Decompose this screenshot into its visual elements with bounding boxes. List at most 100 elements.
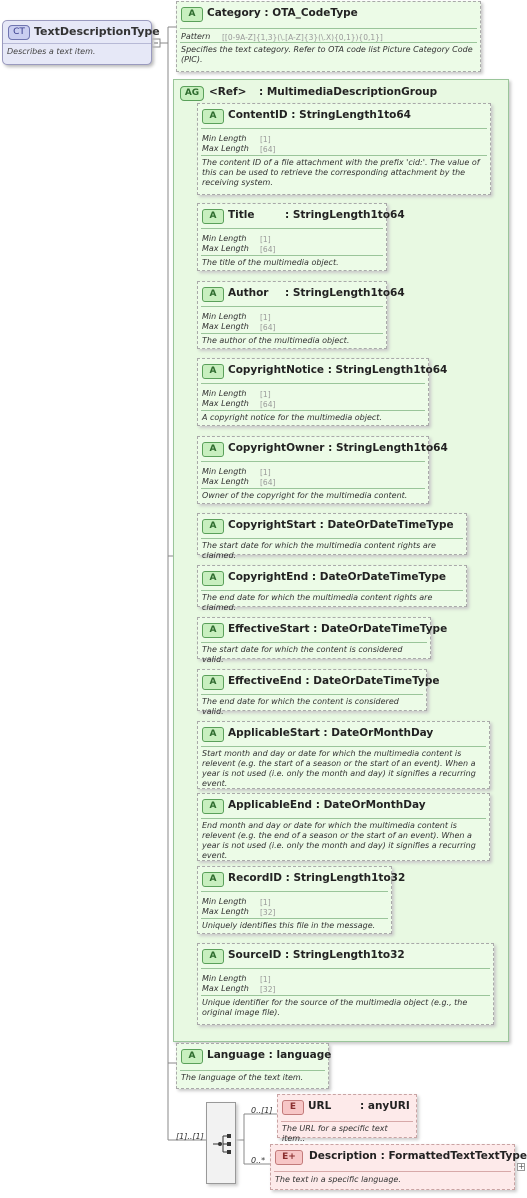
element-badge: E — [282, 1100, 304, 1115]
attribute-description: Specifies the text category. Refer to OT… — [181, 45, 473, 64]
facet-label: Max Length — [202, 984, 249, 993]
attribute-name: CopyrightNotice : StringLength1to64 — [228, 364, 448, 376]
attribute-badge: A — [202, 364, 224, 379]
facet-value: [1] — [260, 135, 271, 144]
attribute-description: The author of the multimedia object. — [202, 336, 350, 345]
attribute-author: A: StringLength1to64 Author Min Length [1] M… — [197, 281, 405, 349]
attribute-badge: A — [202, 209, 224, 224]
attribute-group-type: : MultimediaDescriptionGroup — [259, 86, 438, 98]
attribute-type: : StringLength1to64 — [285, 287, 405, 299]
attribute-badge: A — [202, 571, 224, 586]
facet-label: Min Length — [202, 389, 247, 398]
attribute-copyrightnotice: A CopyrightNotice : StringLength1to64 Min … — [197, 358, 447, 426]
attribute-badge: A — [202, 519, 224, 534]
attribute-applicableend: A ApplicableEnd : DateOrMonthDay End month… — [197, 793, 490, 861]
complex-type-name: TextDescriptionType — [34, 25, 160, 38]
url-cardinality: 0..[1] — [251, 1106, 273, 1115]
facet-value: [32] — [260, 985, 276, 994]
attribute-description: Uniquely identifies this file in the mes… — [202, 921, 376, 930]
attribute-name: ApplicableStart : DateOrMonthDay — [228, 727, 434, 739]
element-type: : anyURI — [360, 1100, 410, 1112]
attribute-name: EffectiveEnd : DateOrDateTimeType — [228, 675, 440, 687]
element-description-text: The text in a specific language. — [275, 1175, 401, 1184]
attribute-name: Author — [228, 287, 269, 299]
expand-icon[interactable]: + — [517, 1163, 525, 1171]
element-description: The URL for a specific text item.. — [282, 1124, 388, 1143]
attribute-description: The title of the multimedia object. — [202, 258, 339, 267]
attribute-description: The end date for which the multimedia co… — [202, 593, 433, 612]
choice-icon — [213, 1134, 231, 1154]
facet-value: [32] — [260, 908, 276, 917]
facet-value: [[0-9A-Z]{1,3}(\.[A-Z]{3}(\.X){0,1}){0,1… — [222, 33, 383, 42]
facet-value: [1] — [260, 975, 271, 984]
facet-label: Min Length — [202, 467, 247, 476]
attribute-description: The language of the text item. — [181, 1073, 304, 1082]
attribute-description: The content ID of a file attachment with… — [202, 158, 480, 187]
attribute-badge: A — [202, 727, 224, 742]
attribute-badge: A — [181, 1049, 203, 1064]
attribute-group-badge: AG — [180, 86, 204, 101]
attribute-recordid: A RecordID : StringLength1to32 Min Length [… — [197, 866, 405, 934]
facet-label: Max Length — [202, 322, 249, 331]
attribute-badge: A — [202, 675, 224, 690]
facet-label: Min Length — [202, 897, 247, 906]
attribute-name: CopyrightStart : DateOrDateTimeType — [228, 519, 454, 531]
attribute-applicablestart: A ApplicableStart : DateOrMonthDay Start m… — [197, 721, 490, 789]
attribute-name: EffectiveStart : DateOrDateTimeType — [228, 623, 448, 635]
choice-compositor[interactable] — [206, 1102, 236, 1184]
complex-type-description: Describes a text item. — [7, 47, 96, 56]
attribute-badge: A — [202, 799, 224, 814]
attribute-description: The start date for which the content is … — [202, 645, 403, 664]
attribute-name: RecordID : StringLength1to32 — [228, 872, 406, 884]
attribute-language: A Language : language The language of th… — [176, 1043, 332, 1089]
attribute-description: The start date for which the multimedia … — [202, 541, 436, 560]
facet-value: [64] — [260, 245, 276, 254]
attribute-contentid: A ContentID : StringLength1to64 Min Length… — [197, 103, 491, 195]
description-cardinality: 0..* — [251, 1156, 266, 1165]
element-badge: E+ — [275, 1150, 303, 1165]
facet-value: [1] — [260, 235, 271, 244]
attribute-name: ContentID : StringLength1to64 — [228, 109, 411, 121]
facet-value: [1] — [260, 468, 271, 477]
attribute-badge: A — [202, 872, 224, 887]
attribute-title: A: StringLength1to64 Title Min Length [1] Ma… — [197, 203, 405, 271]
attribute-name: Language : language — [207, 1049, 332, 1061]
complex-type-box: CT TextDescriptionType Describes a text … — [2, 20, 160, 65]
attribute-description: A copyright notice for the multimedia ob… — [202, 413, 382, 422]
attribute-effectivestart: A EffectiveStart : DateOrDateTimeType The … — [197, 617, 447, 664]
facet-label: Max Length — [202, 399, 249, 408]
attribute-type: : StringLength1to64 — [285, 209, 405, 221]
attribute-name: CopyrightEnd : DateOrDateTimeType — [228, 571, 446, 583]
attribute-group-ref: <Ref> — [209, 86, 247, 98]
facet-label: Min Length — [202, 312, 247, 321]
facet-label: Min Length — [202, 974, 247, 983]
facet-value: [1] — [260, 390, 271, 399]
facet-value: [64] — [260, 145, 276, 154]
facet-label: Max Length — [202, 144, 249, 153]
element-name: Description : FormattedTextTextType — [309, 1150, 527, 1162]
facet-label: Max Length — [202, 477, 249, 486]
attribute-description: Start month and day or date for which th… — [202, 749, 476, 788]
element-url[interactable]: E URL : anyURI The URL for a specific te… — [277, 1094, 417, 1143]
facet-value: [1] — [260, 898, 271, 907]
attribute-name: ApplicableEnd : DateOrMonthDay — [228, 799, 426, 811]
attribute-description: The end date for which the content is co… — [202, 697, 399, 716]
attribute-category: A Category : OTA_CodeType Pattern [[0-9A… — [176, 1, 481, 72]
attribute-copyrightstart: A CopyrightStart : DateOrDateTimeType The … — [197, 513, 467, 560]
attribute-effectiveend: A EffectiveEnd : DateOrDateTimeType The en… — [197, 669, 440, 716]
attribute-badge: A — [202, 287, 224, 302]
facet-label: Min Length — [202, 134, 247, 143]
attribute-badge: A — [181, 7, 203, 22]
attribute-sourceid: A SourceID : StringLength1to32 Min Length [… — [197, 943, 494, 1025]
complex-type-badge: CT — [8, 25, 30, 40]
facet-value: [64] — [260, 478, 276, 487]
attribute-badge: A — [202, 949, 224, 964]
choice-cardinality: [1]..[1] — [176, 1132, 204, 1141]
attribute-name: Title — [228, 209, 255, 221]
attribute-description: Owner of the copyright for the multimedi… — [202, 491, 408, 500]
attribute-description: End month and day or date for which the … — [202, 821, 476, 860]
facet-value: [64] — [260, 323, 276, 332]
element-description-box[interactable]: E+ Description : FormattedTextTextType T… — [270, 1144, 527, 1190]
facet-label: Max Length — [202, 907, 249, 916]
element-name: URL — [308, 1100, 332, 1112]
